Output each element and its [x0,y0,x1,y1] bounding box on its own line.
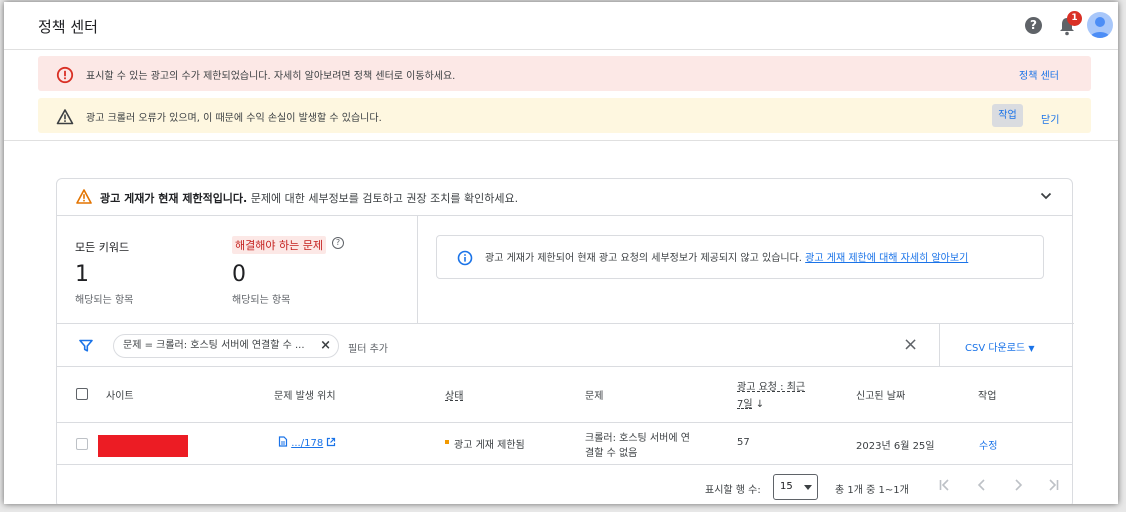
table-row: .../178 광고 게재 제한됨 크롤러: 호스팅 서버에 연 결할 수 없음… [57,423,1072,465]
external-link-icon [327,437,336,447]
filter-chip[interactable]: 문제 = 크롤러: 호스팅 서버에 연결할 수 ... × [113,334,339,358]
info-area: 광고 게재가 제한되어 현재 광고 요청의 세부정보가 제공되지 않고 있습니다… [418,216,1074,324]
col-requests-line1[interactable]: 광고 요청 : 최근 [737,378,805,393]
chevron-down-icon[interactable] [1040,191,1052,201]
error-circle-icon [56,66,74,84]
warning-triangle-icon [56,109,74,125]
work-button[interactable]: 작업 [992,104,1023,127]
location-link[interactable]: .../178 [278,436,336,449]
all-keywords-label: 모든 키워드 [75,241,130,254]
last-page-icon[interactable] [1045,477,1061,493]
table-header: 사이트 문제 발생 위치 상태 문제 광고 요청 : 최근 7일 ↓ 신고된 날… [57,367,1072,423]
col-site[interactable]: 사이트 [106,387,134,402]
app-window: 정책 센터 ? 1 표시할 수 있는 광고의 수가 제한되었습니다. 자세히 알… [4,2,1118,504]
help-icon[interactable]: ? [1025,17,1042,34]
document-icon [278,436,288,447]
col-status[interactable]: 상태 [445,387,463,402]
error-banner: 표시할 수 있는 광고의 수가 제한되었습니다. 자세히 알아보려면 정책 센터… [38,56,1091,91]
status-dot [445,440,449,444]
select-all-checkbox[interactable] [76,388,88,400]
notification-badge: 1 [1067,11,1082,26]
error-banner-text: 표시할 수 있는 광고의 수가 제한되었습니다. 자세히 알아보려면 정책 센터… [86,71,456,82]
all-keywords-value: 1 [75,262,89,287]
caret-down-icon: ▼ [1028,344,1035,353]
warning-banner-text: 광고 크롤러 오류가 있으며, 이 때문에 수익 손실이 발생할 수 있습니다. [86,113,382,124]
location-url: .../178 [291,438,324,449]
card-header-bold: 광고 게재가 현재 제한적입니다. [100,192,248,205]
info-box: 광고 게재가 제한되어 현재 광고 요청의 세부정보가 제공되지 않고 있습니다… [436,235,1044,279]
status-cell: 광고 게재 제한됨 [454,440,525,451]
avatar[interactable] [1087,12,1113,38]
section-divider [4,140,1118,141]
issues-sub: 해당되는 항목 [232,295,291,306]
warning-banner: 광고 크롤러 오류가 있으며, 이 때문에 수익 손실이 발생할 수 있습니다.… [38,98,1091,133]
stats-panel: 모든 키워드 1 해당되는 항목 해결해야 하는 문제 ? 0 해당되는 항목 [57,216,418,324]
reported-cell: 2023년 6월 25일 [856,441,935,452]
prev-page-icon[interactable] [974,477,990,493]
issues-value: 0 [232,262,246,287]
row-checkbox[interactable] [76,438,88,450]
col-requests-line2: 7일 [737,399,753,410]
learn-more-link[interactable]: 광고 게재 제한에 대해 자세히 알아보기 [805,253,968,264]
rows-per-page-select[interactable]: 15 [773,474,818,500]
next-page-icon[interactable] [1010,477,1026,493]
all-keywords-sub: 해당되는 항목 [75,295,134,306]
csv-download-button[interactable]: CSV 다운로드 ▼ [965,339,1035,354]
warning-triangle-icon [76,189,92,204]
filter-icon[interactable] [79,339,93,352]
pagination-range: 총 1개 중 1~1개 [835,485,909,496]
dismiss-button[interactable]: 닫기 [1041,111,1059,126]
rows-per-page-value: 15 [780,481,793,492]
csv-download-label: CSV 다운로드 [965,343,1026,354]
first-page-icon[interactable] [937,477,953,493]
requests-cell: 57 [737,437,750,448]
info-icon [457,250,473,266]
redacted-site [98,435,188,457]
card-header-rest: 문제에 대한 세부정보를 검토하고 권장 조치를 확인하세요. [247,192,519,205]
info-text: 광고 게재가 제한되어 현재 광고 요청의 세부정보가 제공되지 않고 있습니다… [485,249,968,264]
issue-line1: 크롤러: 호스팅 서버에 연 [585,433,690,444]
rows-per-page-label: 표시할 행 수: [705,485,761,496]
user-avatar-icon [1090,17,1110,38]
clear-filters-icon[interactable]: × [903,334,918,355]
info-message: 광고 게재가 제한되어 현재 광고 요청의 세부정보가 제공되지 않고 있습니다… [485,253,806,264]
issues-label[interactable]: 해결해야 하는 문제 [232,236,326,254]
card-header-text: 광고 게재가 현재 제한적입니다. 문제에 대한 세부정보를 검토하고 권장 조… [100,190,518,206]
csv-divider [939,324,940,367]
help-icon[interactable]: ? [332,237,344,249]
page-title: 정책 센터 [38,18,98,36]
add-filter-input[interactable]: 필터 추가 [348,340,388,355]
col-reported[interactable]: 신고된 날짜 [856,387,905,402]
caret-down-icon [804,485,812,490]
top-bar: 정책 센터 ? 1 [4,2,1118,50]
close-icon[interactable]: × [320,335,331,357]
issue-card: 광고 게재가 현재 제한적입니다. 문제에 대한 세부정보를 검토하고 권장 조… [56,178,1074,504]
edit-link[interactable]: 수정 [979,437,997,452]
policy-center-link[interactable]: 정책 센터 [1019,67,1059,82]
col-action: 작업 [978,391,997,402]
col-requests-sort[interactable]: 7일 ↓ [737,395,764,410]
issue-line2: 결할 수 없음 [585,448,638,459]
card-header[interactable]: 광고 게재가 현재 제한적입니다. 문제에 대한 세부정보를 검토하고 권장 조… [57,179,1072,216]
col-issue[interactable]: 문제 [585,387,603,402]
col-location[interactable]: 문제 발생 위치 [274,387,336,402]
filter-bar: 문제 = 크롤러: 호스팅 서버에 연결할 수 ... × 필터 추가 × CS… [57,324,1072,367]
arrow-down-icon: ↓ [755,399,765,410]
filter-chip-label: 문제 = 크롤러: 호스팅 서버에 연결할 수 ... [123,340,305,351]
pagination: 표시할 행 수: 15 총 1개 중 1~1개 [57,466,1072,504]
